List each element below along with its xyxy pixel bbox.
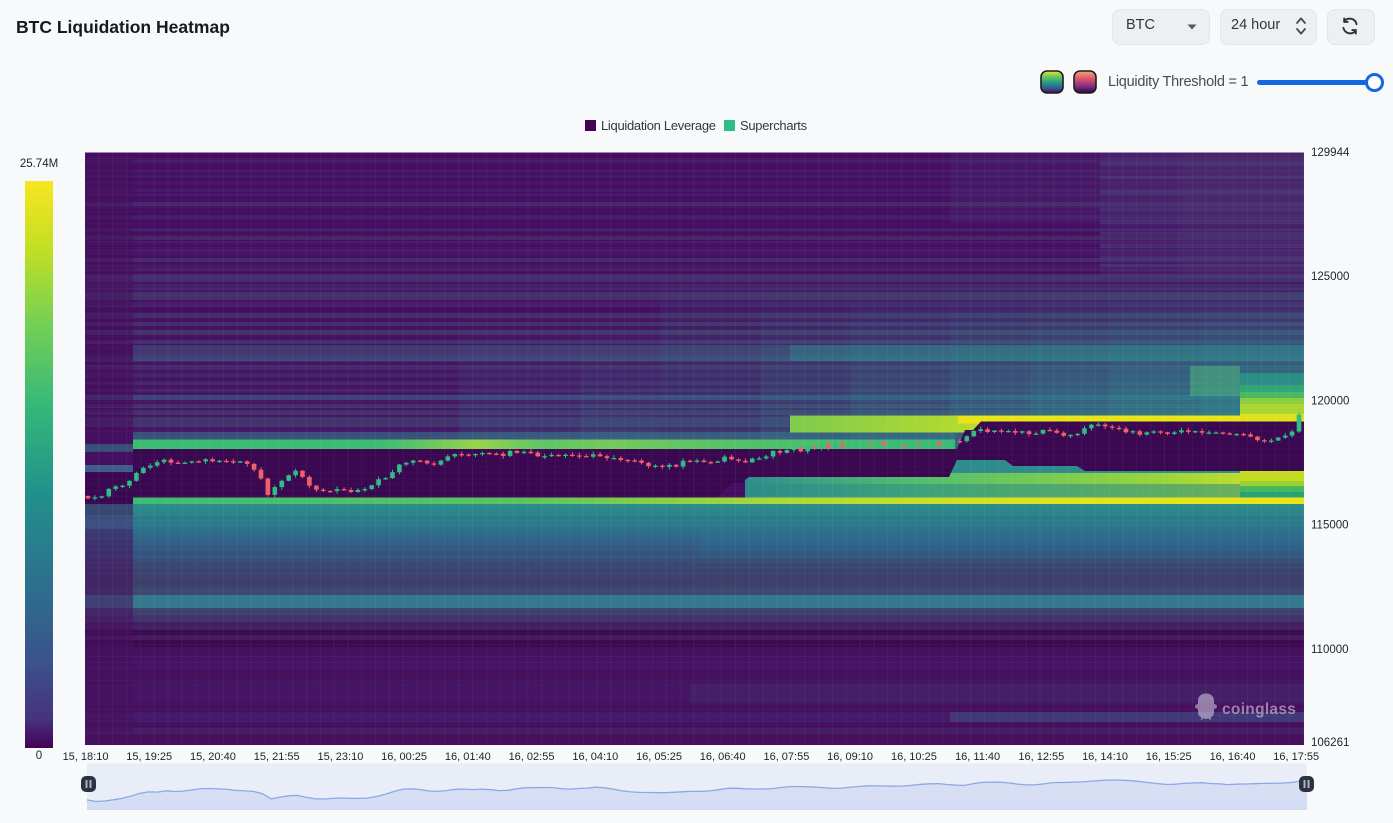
svg-text:16, 06:40: 16, 06:40 [700,751,746,763]
svg-text:16, 17:55: 16, 17:55 [1273,751,1319,763]
svg-text:0: 0 [36,750,42,762]
svg-text:16, 10:25: 16, 10:25 [891,751,937,763]
svg-text:16, 04:10: 16, 04:10 [572,751,618,763]
svg-text:16, 00:25: 16, 00:25 [381,751,427,763]
svg-text:16, 15:25: 16, 15:25 [1146,751,1192,763]
svg-text:16, 09:10: 16, 09:10 [827,751,873,763]
svg-text:15, 19:25: 15, 19:25 [126,751,172,763]
svg-text:120000: 120000 [1311,395,1349,407]
svg-text:coinglass: coinglass [1222,701,1296,718]
svg-text:16, 07:55: 16, 07:55 [763,751,809,763]
svg-text:16, 16:40: 16, 16:40 [1210,751,1256,763]
svg-text:16, 12:55: 16, 12:55 [1018,751,1064,763]
svg-text:15, 21:55: 15, 21:55 [254,751,300,763]
svg-text:16, 11:40: 16, 11:40 [955,751,1000,763]
svg-text:16, 02:55: 16, 02:55 [509,751,555,763]
svg-text:25.74M: 25.74M [20,158,58,170]
svg-text:15, 23:10: 15, 23:10 [317,751,363,763]
svg-text:16, 01:40: 16, 01:40 [445,751,491,763]
svg-text:110000: 110000 [1311,644,1349,656]
svg-text:16, 05:25: 16, 05:25 [636,751,682,763]
svg-text:129944: 129944 [1311,147,1350,159]
svg-text:106261: 106261 [1311,737,1349,749]
svg-text:125000: 125000 [1311,271,1349,283]
svg-text:15, 20:40: 15, 20:40 [190,751,236,763]
svg-text:16, 14:10: 16, 14:10 [1082,751,1128,763]
svg-text:115000: 115000 [1311,520,1349,532]
svg-text:15, 18:10: 15, 18:10 [63,751,109,763]
